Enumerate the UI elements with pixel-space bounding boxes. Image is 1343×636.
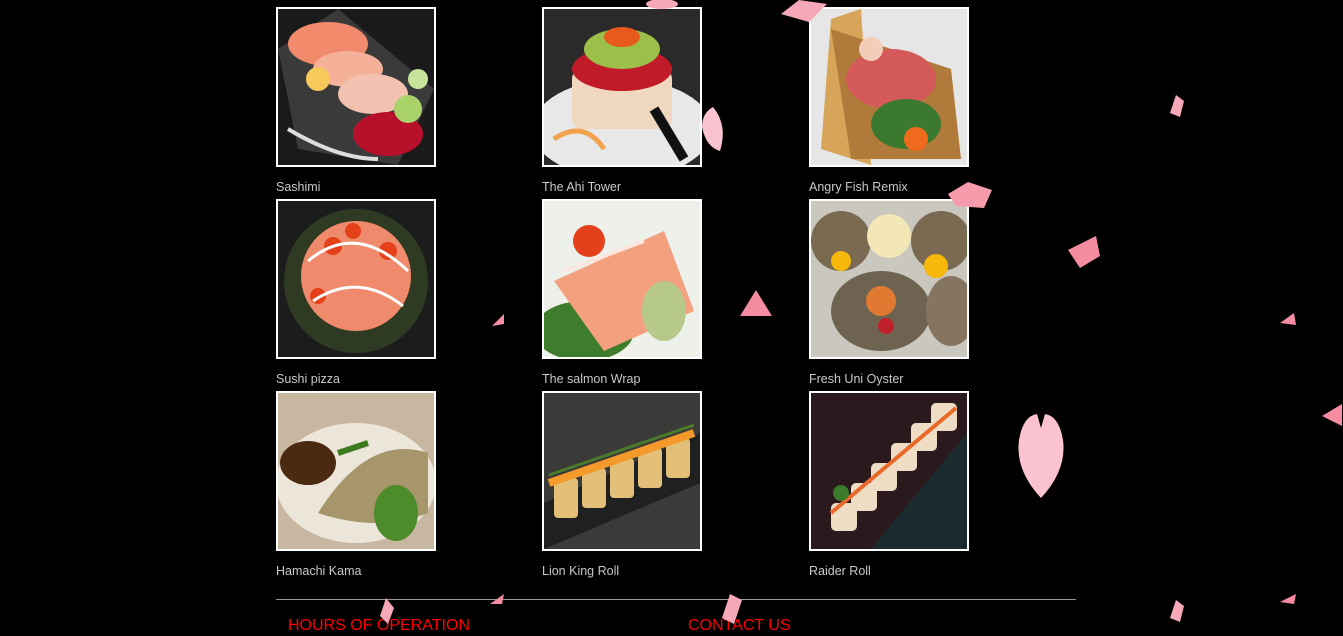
gallery-item-sushi-pizza[interactable]: Sushi pizza xyxy=(276,199,476,386)
gallery-item-hamachi-kama[interactable]: Hamachi Kama xyxy=(276,391,476,578)
gallery-item-sashimi[interactable]: Sashimi xyxy=(276,7,476,194)
salmon-wrap-photo[interactable] xyxy=(542,199,702,359)
gallery-item-angry-fish-remix[interactable]: Angry Fish Remix xyxy=(809,7,1009,194)
contact-us-link[interactable]: CONTACT US xyxy=(688,617,791,635)
lion-king-roll-photo[interactable] xyxy=(542,391,702,551)
petal-icon xyxy=(1280,594,1296,604)
item-caption: Lion King Roll xyxy=(542,564,620,578)
ahi-tower-photo[interactable] xyxy=(542,7,702,167)
gallery-item-lion-king-roll[interactable]: Lion King Roll xyxy=(542,391,742,578)
petal-icon xyxy=(1170,95,1184,117)
angry-fish-remix-photo[interactable] xyxy=(809,7,969,167)
hamachi-kama-photo[interactable] xyxy=(276,391,436,551)
gallery-item-raider-roll[interactable]: Raider Roll xyxy=(809,391,1009,578)
gallery-item-ahi-tower[interactable]: The Ahi Tower xyxy=(542,7,742,194)
petal-icon xyxy=(1280,313,1296,325)
sashimi-photo[interactable] xyxy=(276,7,436,167)
hours-of-operation-link[interactable]: HOURS OF OPERATION xyxy=(288,617,470,635)
petal-icon xyxy=(1170,600,1184,622)
fresh-uni-oyster-photo[interactable] xyxy=(809,199,969,359)
item-caption: The salmon Wrap xyxy=(542,372,641,386)
petal-icon xyxy=(1068,236,1100,268)
petal-icon xyxy=(1018,414,1064,498)
raider-roll-photo[interactable] xyxy=(809,391,969,551)
petal-icon xyxy=(1322,404,1342,426)
gallery-item-fresh-uni-oyster[interactable]: Fresh Uni Oyster xyxy=(809,199,1009,386)
item-caption: Fresh Uni Oyster xyxy=(809,372,904,386)
petal-icon xyxy=(492,314,504,326)
item-caption: Hamachi Kama xyxy=(276,564,362,578)
gallery-item-salmon-wrap[interactable]: The salmon Wrap xyxy=(542,199,742,386)
sushi-pizza-photo[interactable] xyxy=(276,199,436,359)
petal-icon xyxy=(490,594,504,604)
item-caption: Sushi pizza xyxy=(276,372,340,386)
item-caption: Sashimi xyxy=(276,180,321,194)
item-caption: Raider Roll xyxy=(809,564,871,578)
item-caption: Angry Fish Remix xyxy=(809,180,908,194)
footer-divider xyxy=(276,599,1076,600)
petal-icon xyxy=(740,290,772,316)
item-caption: The Ahi Tower xyxy=(542,180,621,194)
